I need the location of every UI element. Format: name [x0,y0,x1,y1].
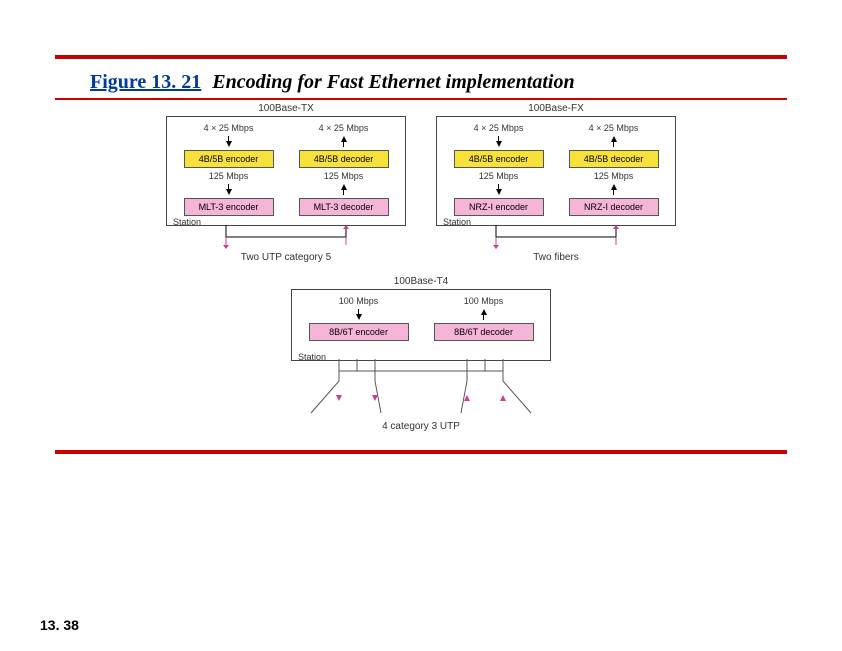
figure-heading: Figure 13. 21 Encoding for Fast Ethernet… [90,71,842,94]
arrow-up-icon [341,184,347,195]
unit-100base-tx: 100Base-TX 4 × 25 Mbps 4B/5B encoder 125… [166,116,406,263]
tx-encoder-column: 4 × 25 Mbps 4B/5B encoder 125 Mbps MLT-3… [177,123,280,219]
fx-nrzi-decoder: NRZ-I decoder [569,198,659,216]
fx-4b5b-encoder: 4B/5B encoder [454,150,544,168]
fx-encoder-column: 4 × 25 Mbps 4B/5B encoder 125 Mbps NRZ-I… [447,123,550,219]
tx-rate-in-left: 4 × 25 Mbps [204,123,254,133]
fx-rate-in-left: 4 × 25 Mbps [474,123,524,133]
t4-decoder-column: 100 Mbps 8B/6T decoder [427,296,540,354]
fx-rate-mid-right: 125 Mbps [594,171,634,181]
t4-connector-icon [291,357,551,415]
page-number: 13. 38 [40,617,79,633]
diagrams-area: 100Base-TX 4 × 25 Mbps 4B/5B encoder 125… [0,116,842,432]
tx-4b5b-encoder: 4B/5B encoder [184,150,274,168]
arrow-down-icon [496,184,502,195]
fx-nrzi-encoder: NRZ-I encoder [454,198,544,216]
t4-8b6t-decoder: 8B/6T decoder [434,323,534,341]
arrow-up-icon [611,136,617,147]
panel-title-t4: 100Base-T4 [394,276,448,287]
arrow-up-icon [341,136,347,147]
figure-number: Figure 13. 21 [90,71,201,93]
tx-rate-mid-left: 125 Mbps [209,171,249,181]
top-red-bar [55,55,787,59]
fx-decoder-column: 4 × 25 Mbps 4B/5B decoder 125 Mbps NRZ-I… [562,123,665,219]
t4-media-label: 4 category 3 UTP [382,421,460,432]
panel-100base-t4: 100Base-T4 100 Mbps 8B/6T encoder 100 Mb… [291,289,551,361]
tx-decoder-column: 4 × 25 Mbps 4B/5B decoder 125 Mbps MLT-3… [292,123,395,219]
arrow-up-icon [611,184,617,195]
t4-rate-in-right: 100 Mbps [464,296,504,306]
panel-title-fx: 100Base-FX [528,103,584,114]
t4-8b6t-encoder: 8B/6T encoder [309,323,409,341]
t4-connector [291,361,551,417]
tx-rate-mid-right: 125 Mbps [324,171,364,181]
tx-rate-in-right: 4 × 25 Mbps [319,123,369,133]
t4-rate-in-left: 100 Mbps [339,296,379,306]
top-row: 100Base-TX 4 × 25 Mbps 4B/5B encoder 125… [166,116,676,263]
arrow-down-icon [496,136,502,147]
tx-4b5b-decoder: 4B/5B decoder [299,150,389,168]
bottom-red-bar [55,450,787,454]
unit-100base-fx: 100Base-FX 4 × 25 Mbps 4B/5B encoder 125… [436,116,676,263]
connector-icon [166,223,406,249]
tx-mlt3-encoder: MLT-3 encoder [184,198,274,216]
arrow-down-icon [356,309,362,320]
figure-title: Encoding for Fast Ethernet implementatio… [212,71,574,93]
unit-100base-t4: 100Base-T4 100 Mbps 8B/6T encoder 100 Mb… [291,289,551,432]
arrow-down-icon [226,184,232,195]
fx-media-label: Two fibers [533,252,579,263]
tx-connector [166,226,406,248]
connector-icon [436,223,676,249]
fx-4b5b-decoder: 4B/5B decoder [569,150,659,168]
t4-encoder-column: 100 Mbps 8B/6T encoder [302,296,415,354]
mid-red-bar [55,98,787,100]
tx-mlt3-decoder: MLT-3 decoder [299,198,389,216]
panel-title-tx: 100Base-TX [258,103,314,114]
fx-rate-in-right: 4 × 25 Mbps [589,123,639,133]
panel-100base-tx: 100Base-TX 4 × 25 Mbps 4B/5B encoder 125… [166,116,406,226]
fx-rate-mid-left: 125 Mbps [479,171,519,181]
tx-media-label: Two UTP category 5 [241,252,331,263]
fx-connector [436,226,676,248]
panel-100base-fx: 100Base-FX 4 × 25 Mbps 4B/5B encoder 125… [436,116,676,226]
arrow-down-icon [226,136,232,147]
arrow-up-icon [481,309,487,320]
